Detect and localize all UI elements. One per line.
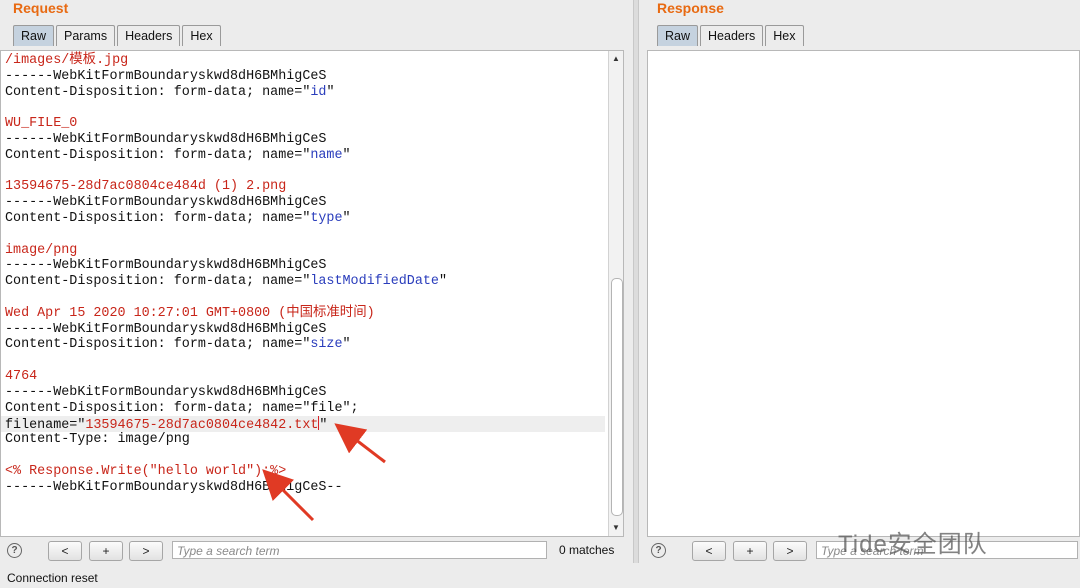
- code-text: <% Response.Write("hello world");%>: [5, 463, 287, 479]
- code-line[interactable]: ------WebKitFormBoundaryskwd8dH6BMhigCeS…: [5, 480, 605, 496]
- code-text: image/png: [5, 242, 78, 258]
- code-text: 4764: [5, 368, 38, 384]
- add-button[interactable]: +: [733, 541, 767, 561]
- code-line[interactable]: ------WebKitFormBoundaryskwd8dH6BMhigCeS: [5, 258, 605, 274]
- code-text: Content-Type: image/png: [5, 432, 190, 448]
- code-line[interactable]: ------WebKitFormBoundaryskwd8dH6BMhigCeS: [5, 69, 605, 85]
- code-text: Content-Disposition: form-data; name=": [5, 84, 311, 100]
- code-line[interactable]: Content-Disposition: form-data; name="fi…: [5, 401, 605, 417]
- next-match-button[interactable]: >: [129, 541, 163, 561]
- help-icon[interactable]: ?: [651, 543, 666, 558]
- add-button[interactable]: +: [89, 541, 123, 561]
- code-line[interactable]: Content-Disposition: form-data; name="la…: [5, 274, 605, 290]
- code-line[interactable]: [5, 448, 605, 464]
- code-line[interactable]: Wed Apr 15 2020 10:27:01 GMT+0800 (中国标准时…: [5, 306, 605, 322]
- code-value: 13594675-28d7ac0804ce4842.txt: [85, 418, 319, 434]
- code-text: ": [326, 84, 335, 100]
- tab-raw[interactable]: Raw: [13, 25, 55, 46]
- code-line[interactable]: [5, 290, 605, 306]
- code-line[interactable]: [5, 227, 605, 243]
- tab-raw[interactable]: Raw: [657, 25, 699, 46]
- code-line[interactable]: [5, 164, 605, 180]
- next-match-button[interactable]: >: [773, 541, 807, 561]
- tab-headers[interactable]: Headers: [700, 25, 764, 46]
- code-text: Content-Disposition: form-data; name=": [5, 337, 311, 353]
- code-text: ------WebKitFormBoundaryskwd8dH6BMhigCeS: [5, 258, 327, 274]
- code-line[interactable]: image/png: [5, 243, 605, 259]
- request-search-bar: ? < + > Type a search term 0 matches: [0, 537, 630, 563]
- code-value: id: [310, 84, 327, 100]
- request-body[interactable]: /images/模板.jpg ------WebKitFormBoundarysk…: [1, 53, 605, 496]
- code-text: ------WebKitFormBoundaryskwd8dH6BMhigCeS: [5, 321, 327, 337]
- code-text: ": [342, 210, 351, 226]
- code-text: WU_FILE_0: [5, 116, 78, 132]
- request-tabs: Raw Params Headers Hex: [13, 25, 221, 46]
- request-scrollbar[interactable]: ▲ ▼: [608, 51, 623, 536]
- request-title: Request: [13, 0, 69, 16]
- tab-hex[interactable]: Hex: [182, 25, 221, 46]
- code-line[interactable]: filename="13594675-28d7ac0804ce4842.txt": [1, 416, 605, 434]
- code-value: size: [310, 337, 343, 353]
- code-text: filename=": [5, 418, 86, 434]
- code-text: ": [438, 274, 447, 290]
- tab-hex[interactable]: Hex: [765, 25, 804, 46]
- code-line[interactable]: Content-Disposition: form-data; name="na…: [5, 148, 605, 164]
- scroll-up-icon[interactable]: ▲: [609, 53, 623, 65]
- code-line[interactable]: [5, 100, 605, 116]
- code-line[interactable]: 13594675-28d7ac0804ce484d (1) 2.png: [5, 179, 605, 195]
- code-line[interactable]: /images/模板.jpg: [5, 53, 605, 69]
- prev-match-button[interactable]: <: [48, 541, 82, 561]
- code-line[interactable]: Content-Disposition: form-data; name="id…: [5, 85, 605, 101]
- match-count: 0 matches: [559, 543, 615, 557]
- code-line[interactable]: 4764: [5, 369, 605, 385]
- code-line[interactable]: <% Response.Write("hello world");%>: [5, 464, 605, 480]
- code-value: type: [310, 210, 343, 226]
- search-input[interactable]: Type a search term: [172, 541, 547, 559]
- status-bar: Connection reset: [7, 571, 98, 585]
- code-value: lastModifiedDate: [310, 274, 439, 290]
- pane-divider[interactable]: [633, 0, 639, 563]
- response-tabs: Raw Headers Hex: [657, 25, 804, 46]
- tab-params[interactable]: Params: [56, 25, 116, 46]
- scroll-thumb[interactable]: [611, 278, 623, 516]
- code-line[interactable]: [5, 353, 605, 369]
- code-text: /images/模板.jpg: [5, 53, 129, 68]
- code-text: Content-Disposition: form-data; name=": [5, 147, 311, 163]
- code-text: ": [342, 337, 351, 353]
- response-title: Response: [657, 0, 724, 16]
- code-value: name: [310, 147, 343, 163]
- code-line[interactable]: WU_FILE_0: [5, 116, 605, 132]
- code-text: Wed Apr 15 2020 10:27:01 GMT+0800 (中国标准时…: [5, 305, 375, 321]
- code-line[interactable]: ------WebKitFormBoundaryskwd8dH6BMhigCeS: [5, 195, 605, 211]
- prev-match-button[interactable]: <: [692, 541, 726, 561]
- code-text: ": [342, 147, 351, 163]
- code-text: ------WebKitFormBoundaryskwd8dH6BMhigCeS: [5, 131, 327, 147]
- code-line[interactable]: Content-Disposition: form-data; name="ty…: [5, 211, 605, 227]
- code-text: ": [319, 418, 328, 434]
- code-text: ------WebKitFormBoundaryskwd8dH6BMhigCeS: [5, 195, 327, 211]
- code-line[interactable]: Content-Disposition: form-data; name="si…: [5, 337, 605, 353]
- code-line[interactable]: ------WebKitFormBoundaryskwd8dH6BMhigCeS: [5, 132, 605, 148]
- code-text: Content-Disposition: form-data; name="fi…: [5, 400, 359, 416]
- code-text: Content-Disposition: form-data; name=": [5, 274, 311, 290]
- code-line[interactable]: Content-Type: image/png: [5, 432, 605, 448]
- scroll-down-icon[interactable]: ▼: [609, 522, 623, 534]
- request-editor[interactable]: /images/模板.jpg ------WebKitFormBoundarysk…: [0, 50, 624, 537]
- code-text: ------WebKitFormBoundaryskwd8dH6BMhigCeS: [5, 384, 327, 400]
- tab-headers[interactable]: Headers: [117, 25, 181, 46]
- code-line[interactable]: ------WebKitFormBoundaryskwd8dH6BMhigCeS: [5, 322, 605, 338]
- code-text: Content-Disposition: form-data; name=": [5, 210, 311, 226]
- code-text: 13594675-28d7ac0804ce484d (1) 2.png: [5, 179, 287, 195]
- code-text: ------WebKitFormBoundaryskwd8dH6BMhigCeS…: [5, 479, 343, 495]
- help-icon[interactable]: ?: [7, 543, 22, 558]
- code-text: ------WebKitFormBoundaryskwd8dH6BMhigCeS: [5, 68, 327, 84]
- response-editor[interactable]: [647, 50, 1080, 537]
- code-line[interactable]: ------WebKitFormBoundaryskwd8dH6BMhigCeS: [5, 385, 605, 401]
- watermark: Tide安全团队: [838, 531, 988, 558]
